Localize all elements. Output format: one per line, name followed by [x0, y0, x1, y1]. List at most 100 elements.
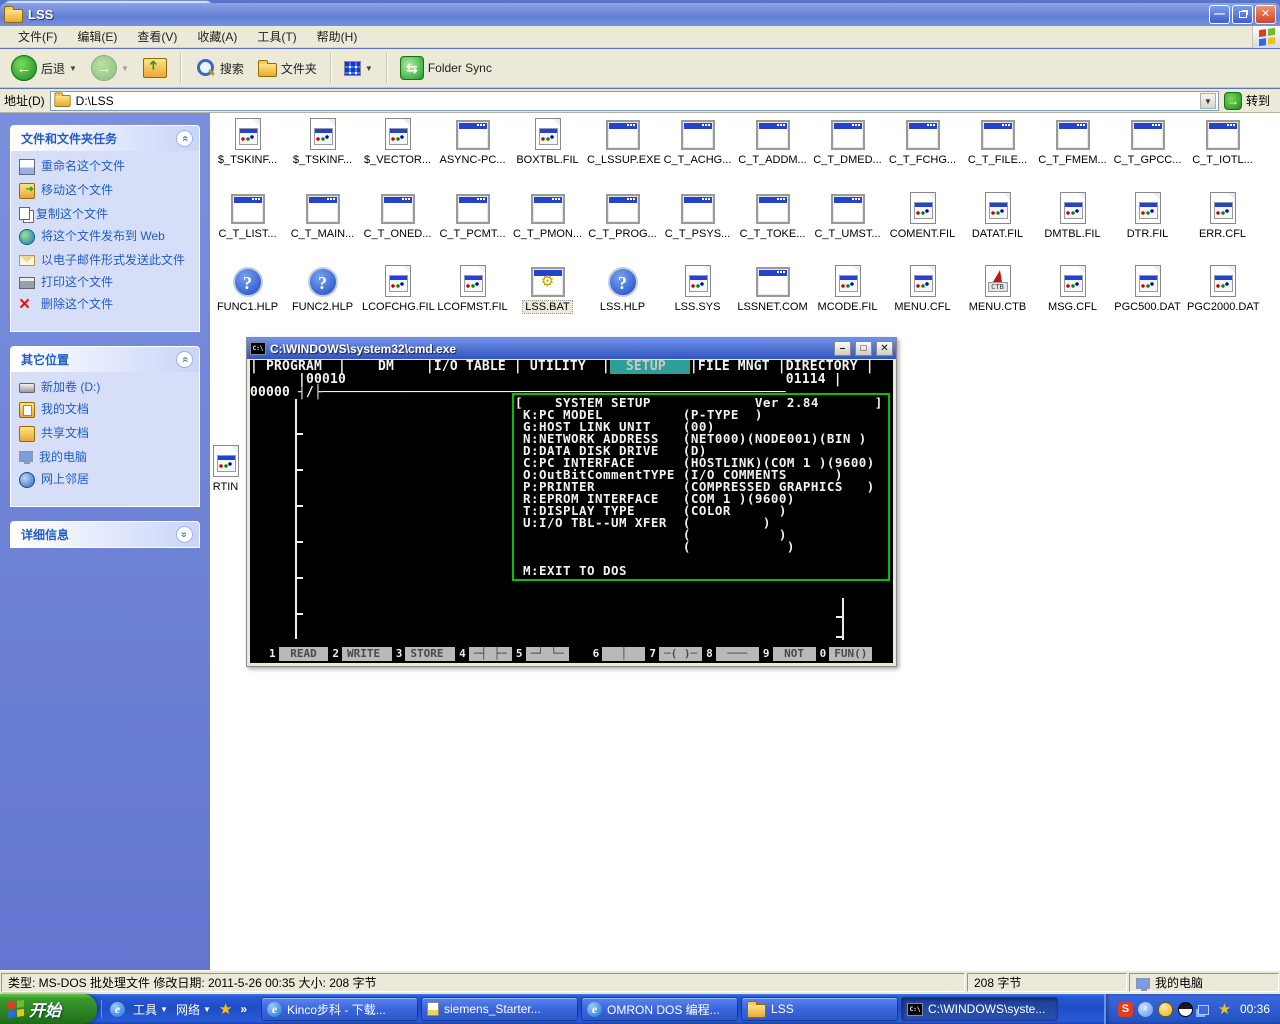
- quick-launch-item[interactable]: »: [240, 1002, 247, 1016]
- file-item[interactable]: PGC500.DAT: [1110, 265, 1185, 315]
- file-item[interactable]: DATAT.FIL: [960, 192, 1035, 242]
- qq2-tray-icon[interactable]: [1178, 1002, 1193, 1017]
- close-button[interactable]: ✕: [1255, 5, 1276, 24]
- function-key-8[interactable]: 8 ───: [703, 647, 759, 661]
- file-item[interactable]: C_T_PMON...: [510, 192, 585, 242]
- folders-button[interactable]: 文件夹: [253, 58, 322, 79]
- file-item[interactable]: C_T_ADDM...: [735, 118, 810, 168]
- file-item[interactable]: MSG.CFL: [1035, 265, 1110, 315]
- sidebar-item[interactable]: 打印这个文件: [19, 275, 193, 289]
- file-item[interactable]: PGC2000.DAT: [1185, 265, 1260, 315]
- file-item[interactable]: C_T_TOKE...: [735, 192, 810, 242]
- taskbar-button[interactable]: C:\C:\WINDOWS\syste...: [901, 997, 1058, 1021]
- sidebar-item[interactable]: 删除这个文件: [19, 297, 193, 313]
- forward-dropdown-icon[interactable]: ▼: [121, 64, 129, 73]
- sidebar-item[interactable]: 共享文档: [19, 426, 193, 442]
- back-button[interactable]: ← 后退 ▼: [6, 53, 82, 83]
- menu-item[interactable]: 编辑(E): [67, 25, 127, 48]
- function-key-3[interactable]: 3STORE: [393, 647, 455, 661]
- file-item[interactable]: ERR.CFL: [1185, 192, 1260, 242]
- sidebar-item[interactable]: 重命名这个文件: [19, 159, 193, 175]
- search-button[interactable]: 搜索: [189, 55, 249, 81]
- function-key-2[interactable]: 2WRITE: [329, 647, 391, 661]
- file-item[interactable]: LSSNET.COM: [735, 265, 810, 315]
- file-item[interactable]: C_T_FCHG...: [885, 118, 960, 168]
- file-item[interactable]: LCOFCHG.FIL: [360, 265, 435, 315]
- file-item[interactable]: C_T_IOTL...: [1185, 118, 1260, 168]
- chevron-up-icon[interactable]: «: [176, 351, 193, 368]
- file-item[interactable]: $_VECTOR...: [360, 118, 435, 168]
- file-item[interactable]: LSS.SYS: [660, 265, 735, 315]
- file-item[interactable]: MENU.CFL: [885, 265, 960, 315]
- file-item[interactable]: C_T_GPCC...: [1110, 118, 1185, 168]
- star-tray-icon[interactable]: ★: [1217, 1002, 1232, 1017]
- file-item[interactable]: MCODE.FIL: [810, 265, 885, 315]
- file-item[interactable]: C_T_PSYS...: [660, 192, 735, 242]
- function-key-1[interactable]: 1 READ: [266, 647, 328, 661]
- restore-button[interactable]: [1232, 5, 1253, 24]
- function-key-4[interactable]: 4─┤ ├─: [456, 647, 512, 661]
- file-item[interactable]: C_T_LIST...: [210, 192, 285, 242]
- back-dropdown-icon[interactable]: ▼: [69, 64, 77, 73]
- function-key-9[interactable]: 9 NOT: [760, 647, 816, 661]
- file-item[interactable]: C_T_ACHG...: [660, 118, 735, 168]
- file-item[interactable]: $_TSKINF...: [285, 118, 360, 168]
- file-item[interactable]: C_LSSUP.EXE: [585, 118, 660, 168]
- up-button[interactable]: [138, 56, 172, 80]
- file-item[interactable]: FUNC1.HLP: [210, 265, 285, 315]
- folder-sync-button[interactable]: ⇆ Folder Sync: [395, 54, 497, 82]
- chevron-down-icon[interactable]: «: [176, 526, 193, 543]
- menu-item[interactable]: 查看(V): [127, 25, 187, 48]
- chevron-up-icon[interactable]: «: [176, 130, 193, 147]
- file-item[interactable]: LCOFMST.FIL: [435, 265, 510, 315]
- file-item[interactable]: LSS.BAT: [510, 265, 585, 315]
- address-input[interactable]: D:\LSS ▼: [50, 91, 1219, 111]
- file-item[interactable]: C_T_FMEM...: [1035, 118, 1110, 168]
- address-dropdown-icon[interactable]: ▼: [1200, 93, 1216, 109]
- file-item[interactable]: C_T_PCMT...: [435, 192, 510, 242]
- sidebar-item[interactable]: 复制这个文件: [19, 207, 193, 221]
- start-button[interactable]: 开始: [0, 994, 97, 1024]
- file-item[interactable]: C_T_MAIN...: [285, 192, 360, 242]
- file-item[interactable]: C_T_FILE...: [960, 118, 1035, 168]
- file-item[interactable]: FUNC2.HLP: [285, 265, 360, 315]
- taskbar-button[interactable]: siemens_Starter...: [421, 997, 578, 1021]
- function-key-0[interactable]: 0FUN(): [817, 647, 873, 661]
- quick-launch-item[interactable]: e: [110, 1002, 125, 1017]
- console[interactable]: | PROGRAM | DM |I/O TABLE | UTILITY | SE…: [250, 360, 893, 663]
- cmd-close-button[interactable]: ✕: [876, 341, 893, 356]
- quick-launch-item[interactable]: ★: [219, 1000, 232, 1018]
- sidebar-item[interactable]: 以电子邮件形式发送此文件: [19, 253, 193, 267]
- sidebar-item[interactable]: 我的文档: [19, 402, 193, 418]
- file-item[interactable]: C_T_ONED...: [360, 192, 435, 242]
- taskbar-button[interactable]: eOMRON DOS 编程...: [581, 997, 738, 1021]
- sidebar-panel-header[interactable]: 其它位置«: [11, 347, 199, 372]
- sogou-tray-icon[interactable]: S: [1118, 1002, 1133, 1017]
- function-key-6[interactable]: 6 │: [590, 647, 646, 661]
- file-item[interactable]: DMTBL.FIL: [1035, 192, 1110, 242]
- menu-item[interactable]: 文件(F): [8, 25, 67, 48]
- menu-item[interactable]: 收藏(A): [187, 25, 247, 48]
- qq1-tray-icon[interactable]: [1158, 1002, 1173, 1017]
- file-item[interactable]: C_T_UMST...: [810, 192, 885, 242]
- go-button[interactable]: → 转到: [1224, 92, 1276, 110]
- file-item[interactable]: BOXTBL.FIL: [510, 118, 585, 168]
- function-key-7[interactable]: 7─( )─: [646, 647, 702, 661]
- cmd-minimize-button[interactable]: –: [834, 341, 851, 356]
- sidebar-panel-header[interactable]: 详细信息«: [11, 522, 199, 547]
- file-item[interactable]: MENU.CTB: [960, 265, 1035, 315]
- file-item[interactable]: C_T_DMED...: [810, 118, 885, 168]
- file-item[interactable]: COMENT.FIL: [885, 192, 960, 242]
- cmd-maximize-button[interactable]: □: [855, 341, 872, 356]
- quick-launch-item[interactable]: 网络▼: [176, 1001, 211, 1018]
- forward-button[interactable]: → ▼: [86, 53, 134, 83]
- views-dropdown-icon[interactable]: ▼: [365, 64, 373, 73]
- menu-item[interactable]: 帮助(H): [307, 25, 368, 48]
- sidebar-panel-header[interactable]: 文件和文件夹任务«: [11, 126, 199, 151]
- file-item[interactable]: LSS.HLP: [585, 265, 660, 315]
- sidebar-item[interactable]: 新加卷 (D:): [19, 380, 193, 394]
- file-item[interactable]: ASYNC-PC...: [435, 118, 510, 168]
- views-button[interactable]: ▼: [339, 59, 378, 78]
- cmd-titlebar[interactable]: C:\ C:\WINDOWS\system32\cmd.exe – □ ✕: [247, 338, 896, 359]
- sidebar-item[interactable]: 将这个文件发布到 Web: [19, 229, 193, 245]
